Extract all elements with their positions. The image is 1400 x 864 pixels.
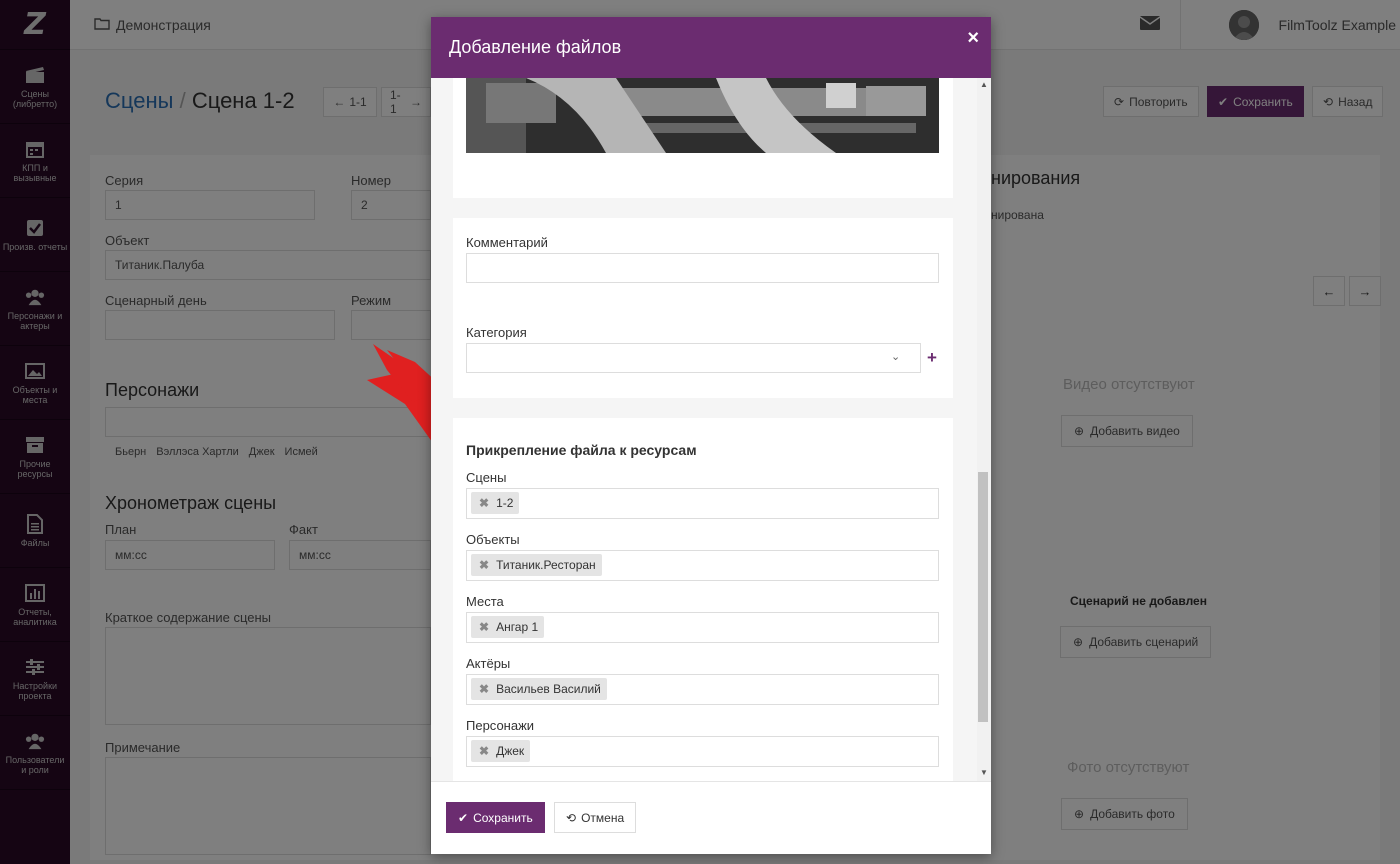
remove-chip-icon[interactable]: ✖: [479, 744, 489, 758]
file-details-card: Комментарий Категория ⌄ +: [453, 218, 953, 398]
scrollbar-thumb[interactable]: [978, 472, 988, 722]
attach-resources-card: Прикрепление файла к ресурсам Сцены ✖ 1-2…: [453, 418, 953, 781]
attach-section-title: Прикрепление файла к ресурсам: [466, 442, 697, 458]
chip-label: Ангар 1: [496, 620, 539, 634]
add-category-plus-icon[interactable]: +: [927, 348, 937, 368]
chip-label: 1-2: [496, 496, 514, 510]
file-preview-image: [466, 78, 939, 153]
scenes-multiselect[interactable]: ✖ 1-2: [466, 488, 939, 519]
scene-chip: ✖ 1-2: [471, 492, 520, 514]
remove-chip-icon[interactable]: ✖: [479, 620, 489, 634]
comment-field[interactable]: [466, 253, 939, 283]
chip-label: Джек: [496, 744, 525, 758]
place-chip: ✖ Ангар 1: [471, 616, 545, 638]
places-label: Места: [466, 594, 504, 609]
modal-save-button[interactable]: ✔ Сохранить: [446, 802, 545, 833]
modal-cancel-button[interactable]: ⟲ Отмена: [554, 802, 637, 833]
character-chip: ✖ Джек: [471, 740, 531, 762]
chevron-down-icon[interactable]: ⌄: [891, 350, 900, 363]
characters-label: Персонажи: [466, 718, 535, 733]
check-icon: ✔: [458, 810, 469, 825]
characters-multiselect[interactable]: ✖ Джек: [466, 736, 939, 767]
undo-icon: ⟲: [566, 810, 577, 825]
scroll-up-icon[interactable]: ▲: [980, 80, 988, 89]
actors-label: Актёры: [466, 656, 511, 671]
actors-multiselect[interactable]: ✖ Васильев Василий: [466, 674, 939, 705]
places-multiselect[interactable]: ✖ Ангар 1: [466, 612, 939, 643]
objects-label: Объекты: [466, 532, 520, 547]
modal-cancel-label: Отмена: [581, 810, 625, 825]
object-chip: ✖ Титаник.Ресторан: [471, 554, 602, 576]
category-select[interactable]: [466, 343, 921, 373]
modal-scrollbar[interactable]: ▲ ▼: [977, 78, 991, 781]
remove-chip-icon[interactable]: ✖: [479, 558, 489, 572]
modal-save-label: Сохранить: [473, 810, 533, 825]
chip-label: Титаник.Ресторан: [496, 558, 596, 572]
comment-label: Комментарий: [466, 235, 548, 250]
objects-multiselect[interactable]: ✖ Титаник.Ресторан: [466, 550, 939, 581]
add-files-modal: Добавление файлов × Комментарий Категори…: [431, 17, 991, 854]
remove-chip-icon[interactable]: ✖: [479, 496, 489, 510]
actor-chip: ✖ Васильев Василий: [471, 678, 607, 700]
file-preview-card: [453, 78, 953, 198]
modal-header: Добавление файлов ×: [431, 17, 991, 78]
modal-title: Добавление файлов: [449, 37, 622, 57]
chip-label: Васильев Василий: [496, 682, 601, 696]
category-label: Категория: [466, 325, 527, 340]
modal-body: Комментарий Категория ⌄ + Прикрепление ф…: [431, 78, 991, 781]
close-icon[interactable]: ×: [967, 27, 979, 50]
modal-footer: ✔ Сохранить ⟲ Отмена: [431, 781, 991, 854]
remove-chip-icon[interactable]: ✖: [479, 682, 489, 696]
scroll-down-icon[interactable]: ▼: [980, 768, 988, 777]
scenes-label: Сцены: [466, 470, 507, 485]
